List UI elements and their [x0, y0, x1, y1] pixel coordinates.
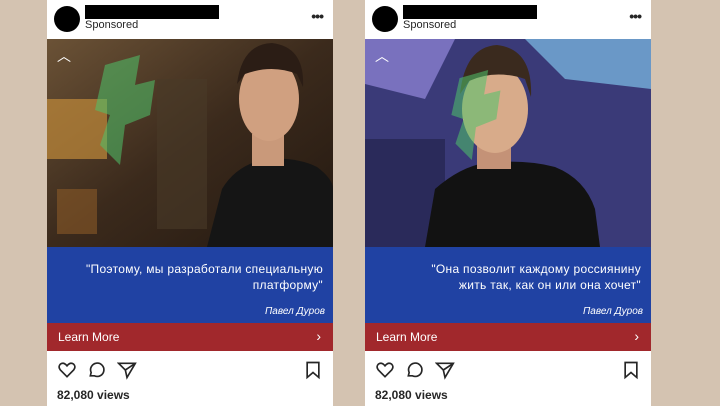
cta-label: Learn More [58, 330, 120, 344]
chevron-right-icon: › [634, 328, 639, 344]
quote-author: Павел Дуров [583, 306, 643, 317]
bookmark-icon[interactable] [621, 360, 641, 380]
learn-more-button[interactable]: Learn More › [365, 323, 651, 351]
ad-photo [47, 39, 333, 247]
action-bar [365, 356, 651, 386]
post-header: Sponsored ••• [47, 0, 333, 38]
views-count: 82,080 views [375, 388, 448, 402]
ad-photo [365, 39, 651, 247]
learn-more-button[interactable]: Learn More › [47, 323, 333, 351]
quote-box: "Поэтому, мы разработали специальную пла… [47, 247, 333, 323]
more-icon[interactable]: ••• [311, 9, 324, 23]
collapse-icon[interactable]: ︿ [375, 46, 389, 66]
quote-box: "Она позволит каждому россиянину жить та… [365, 247, 651, 323]
share-icon[interactable] [435, 360, 455, 380]
redacted-username[interactable] [85, 5, 219, 19]
action-bar [47, 356, 333, 386]
quote-author: Павел Дуров [265, 306, 325, 317]
comment-icon[interactable] [405, 360, 425, 380]
heart-icon[interactable] [375, 360, 395, 380]
quote-text: "Она позволит каждому россиянину жить та… [431, 262, 641, 292]
quote-text: "Поэтому, мы разработали специальную пла… [85, 262, 323, 292]
share-icon[interactable] [117, 360, 137, 380]
heart-icon[interactable] [57, 360, 77, 380]
avatar[interactable] [54, 6, 80, 32]
redacted-username[interactable] [403, 5, 537, 19]
cta-label: Learn More [376, 330, 438, 344]
chevron-right-icon: › [316, 328, 321, 344]
avatar[interactable] [372, 6, 398, 32]
sponsored-post-2: Sponsored ••• ︿ "Она позволит каждому ро… [365, 0, 651, 406]
more-icon[interactable]: ••• [629, 9, 642, 23]
sponsored-post-1: Sponsored ••• ︿ "Поэтому, мы разработали… [47, 0, 333, 406]
views-count: 82,080 views [57, 388, 130, 402]
post-header: Sponsored ••• [365, 0, 651, 38]
sponsored-label: Sponsored [403, 19, 457, 31]
collapse-icon[interactable]: ︿ [57, 46, 71, 66]
bookmark-icon[interactable] [303, 360, 323, 380]
comment-icon[interactable] [87, 360, 107, 380]
sponsored-label: Sponsored [85, 19, 139, 31]
